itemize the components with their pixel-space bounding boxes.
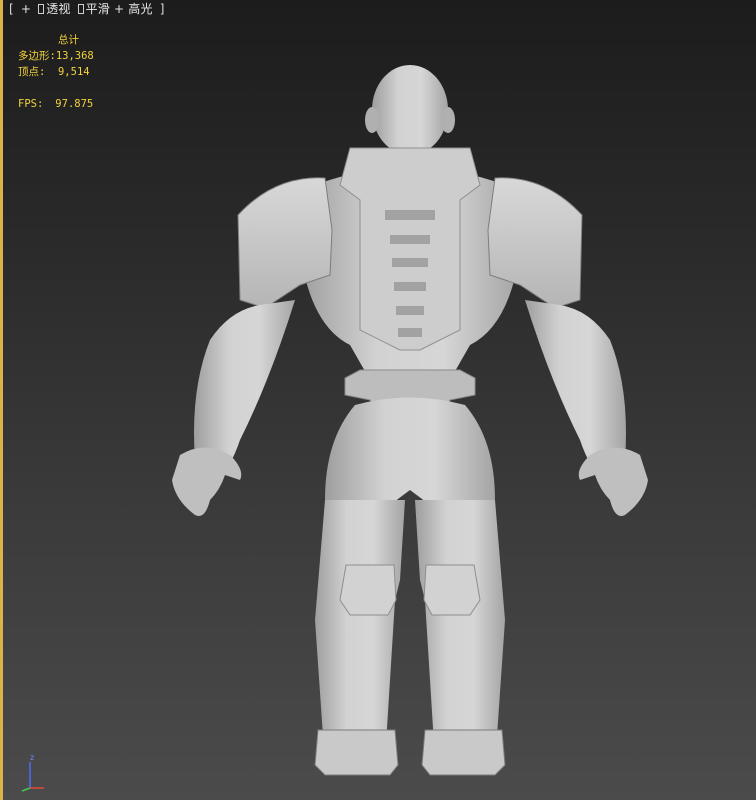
stats-fps: FPS: 97.875 <box>18 96 94 112</box>
close-bracket: ] <box>159 2 165 16</box>
stats-total-label: 总计 <box>58 34 79 46</box>
model-head <box>365 65 455 155</box>
active-viewport-border <box>0 0 3 800</box>
polygons-value: 13,368 <box>55 50 94 62</box>
polygons-label: 多边形: <box>18 50 56 62</box>
perspective-viewport[interactable]: [ + 透视 平滑 + 高光 ] 总计 多边形:13,368 顶点: 9,514… <box>0 0 756 800</box>
model-boot-left <box>314 729 399 776</box>
model-boot-right <box>421 729 506 776</box>
stats-polygons: 多边形:13,368 <box>18 48 94 64</box>
viewport-label-menu[interactable]: [ + 透视 平滑 + 高光 ] <box>9 1 168 17</box>
model-knee-right <box>423 564 481 616</box>
fps-label: FPS: <box>18 98 44 110</box>
vertices-label: 顶点: <box>18 66 46 78</box>
general-viewport-menu[interactable]: + <box>21 1 31 17</box>
point-of-view-menu[interactable]: 透视 <box>38 1 70 17</box>
axis-tripod: z <box>21 753 44 792</box>
model-hand-left <box>172 447 242 516</box>
shading-menu[interactable]: 平滑 + 高光 <box>77 1 153 17</box>
view-icon <box>38 4 45 14</box>
fps-value: 97.875 <box>55 98 94 110</box>
axis-z-label: z <box>30 753 34 762</box>
model-backpack <box>339 147 481 351</box>
character-model[interactable] <box>150 60 690 790</box>
model-knee-left <box>339 564 397 616</box>
model-leg-right <box>415 500 505 765</box>
open-bracket: [ <box>9 2 14 16</box>
shading-icon <box>77 4 84 14</box>
statistics-overlay: 总计 多边形:13,368 顶点: 9,514 FPS: 97.875 <box>18 32 94 112</box>
model-hand-right <box>578 447 648 516</box>
vertices-value: 9,514 <box>57 66 90 78</box>
stats-vertices: 顶点: 9,514 <box>18 64 94 80</box>
model-leg-left <box>315 500 405 765</box>
